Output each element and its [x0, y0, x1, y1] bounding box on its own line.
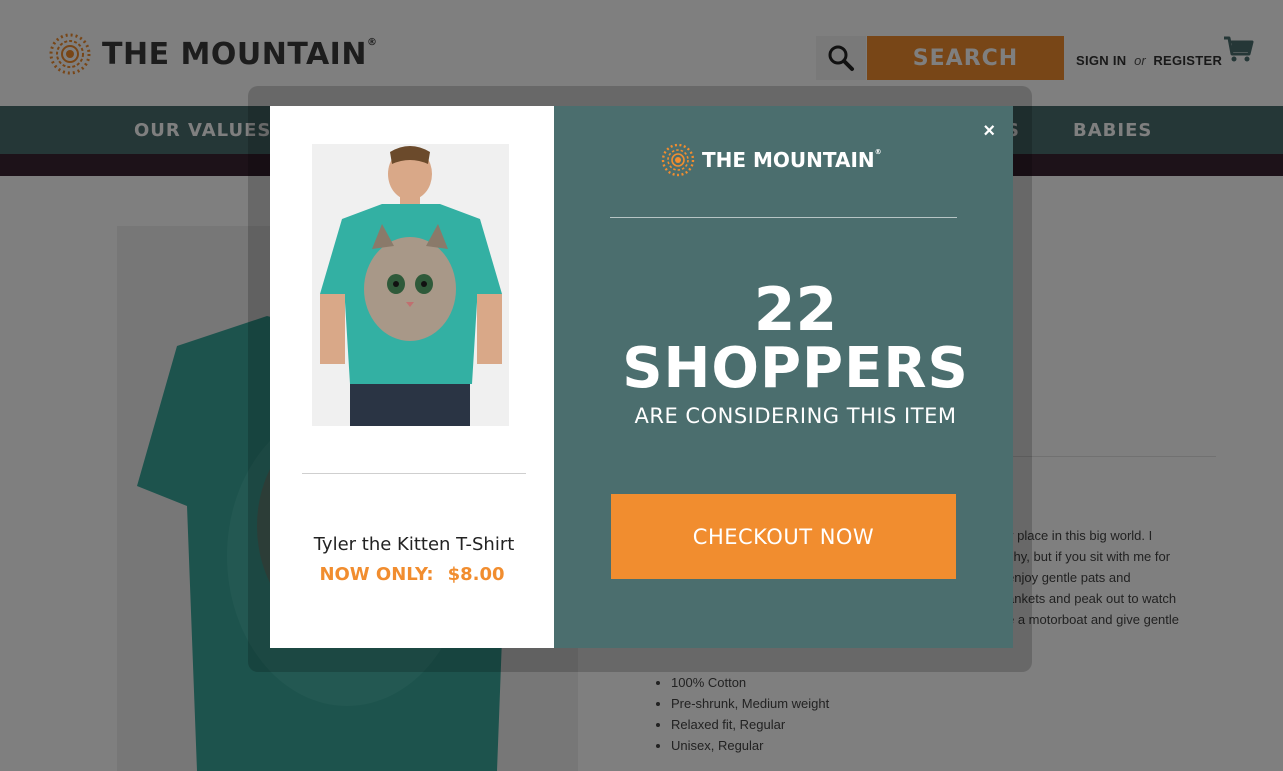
product-price: $8.00: [447, 564, 505, 585]
modal-product-panel: Tyler the Kitten T-Shirt NOW ONLY: $8.00: [270, 106, 554, 648]
modal-logo-text: THE MOUNTAIN: [702, 148, 875, 172]
sun-logo-icon: [661, 143, 695, 177]
model-illustration: [312, 144, 509, 426]
now-only-label: NOW ONLY:: [319, 564, 434, 585]
checkout-now-button[interactable]: CHECKOUT NOW: [611, 494, 956, 579]
price-row: NOW ONLY: $8.00: [270, 564, 554, 585]
considering-text: ARE CONSIDERING THIS ITEM: [634, 404, 957, 428]
modal-logo: THE MOUNTAIN®: [660, 142, 882, 178]
close-icon[interactable]: ×: [983, 120, 995, 143]
product-name: Tyler the Kitten T-Shirt: [313, 534, 515, 555]
message-divider: [610, 217, 957, 218]
product-divider: [302, 473, 526, 474]
model-photo: [312, 144, 509, 426]
shoppers-count: 22: [753, 275, 838, 345]
registered-mark: ®: [874, 148, 882, 156]
shoppers-word: SHOPPERS: [622, 336, 969, 401]
